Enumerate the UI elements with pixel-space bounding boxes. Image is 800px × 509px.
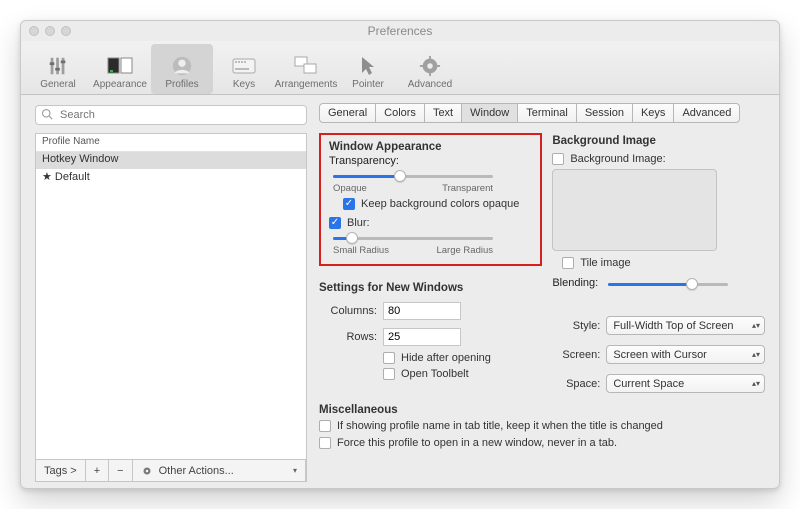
bg-image-well[interactable]: [552, 169, 717, 251]
toolbar-profiles[interactable]: Profiles: [151, 44, 213, 94]
profile-list[interactable]: Profile Name Hotkey Window ★ Default: [35, 133, 307, 460]
tabs: General Colors Text Window Terminal Sess…: [319, 103, 765, 123]
search-field[interactable]: [35, 105, 307, 125]
list-item[interactable]: Hotkey Window: [36, 152, 306, 169]
toolbar-arrangements[interactable]: Arrangements: [275, 44, 337, 94]
chevron-updown-icon: ▴▾: [752, 323, 760, 329]
blur-slider[interactable]: [333, 231, 493, 245]
gear-icon: [141, 465, 153, 477]
section-title: Window Appearance: [329, 141, 532, 153]
columns-input[interactable]: [383, 302, 461, 320]
tile-image-checkbox[interactable]: Tile image: [562, 257, 765, 269]
rows-input[interactable]: [383, 328, 461, 346]
tab-colors[interactable]: Colors: [375, 103, 424, 123]
close-icon[interactable]: [29, 26, 39, 36]
search-input[interactable]: [35, 105, 307, 125]
tab-window[interactable]: Window: [461, 103, 517, 123]
gear-icon: [45, 55, 71, 77]
chevron-updown-icon: ▴▾: [752, 352, 760, 358]
toolbar: General Appearance Profiles Keys Arrange…: [21, 41, 779, 95]
section-title: Miscellaneous: [319, 404, 765, 416]
zoom-icon[interactable]: [61, 26, 71, 36]
detail-pane: General Colors Text Window Terminal Sess…: [313, 95, 779, 488]
blending-slider[interactable]: [608, 277, 728, 291]
toolbar-pointer[interactable]: Pointer: [337, 44, 399, 94]
remove-button[interactable]: −: [109, 460, 132, 481]
tab-text[interactable]: Text: [424, 103, 461, 123]
blur-checkbox[interactable]: ✓Blur:: [329, 217, 370, 229]
tab-session[interactable]: Session: [576, 103, 632, 123]
tab-general[interactable]: General: [319, 103, 375, 123]
tab-terminal[interactable]: Terminal: [517, 103, 576, 123]
chevron-updown-icon: ▴▾: [752, 381, 760, 387]
keys-icon: [231, 55, 257, 77]
arrangements-icon: [293, 55, 319, 77]
keep-profile-name-checkbox[interactable]: If showing profile name in tab title, ke…: [319, 420, 663, 432]
window-appearance-section: Window Appearance Transparency: OpaqueTr…: [319, 133, 542, 266]
window-title: Preferences: [29, 24, 771, 38]
force-new-window-checkbox[interactable]: Force this profile to open in a new wind…: [319, 437, 617, 449]
sidebar: Profile Name Hotkey Window ★ Default Tag…: [21, 95, 313, 488]
list-header: Profile Name: [36, 134, 306, 152]
titlebar: Preferences: [21, 21, 779, 41]
list-item[interactable]: ★ Default: [36, 169, 306, 186]
chevron-down-icon: ▾: [293, 466, 297, 475]
keep-opaque-checkbox[interactable]: ✓Keep background colors opaque: [343, 198, 519, 210]
other-actions-button[interactable]: Other Actions... ▾: [133, 460, 306, 481]
list-bottombar: Tags > + − Other Actions... ▾: [35, 460, 307, 482]
search-icon: [41, 108, 53, 120]
preferences-window: Preferences General Appearance Profiles …: [20, 20, 780, 489]
hide-after-opening-checkbox[interactable]: Hide after opening: [383, 352, 542, 364]
profiles-icon: [169, 55, 195, 77]
toolbar-general[interactable]: General: [27, 44, 89, 94]
section-title: Background Image: [552, 135, 765, 147]
toolbar-keys[interactable]: Keys: [213, 44, 275, 94]
style-select[interactable]: Full-Width Top of Screen▴▾: [606, 316, 765, 335]
open-toolbelt-checkbox[interactable]: Open Toolbelt: [383, 368, 542, 380]
transparency-label: Transparency:: [329, 155, 532, 167]
bg-image-checkbox[interactable]: Background Image:: [552, 153, 765, 165]
minimize-icon[interactable]: [45, 26, 55, 36]
section-title: Settings for New Windows: [319, 282, 542, 294]
appearance-icon: [107, 55, 133, 77]
screen-select[interactable]: Screen with Cursor▴▾: [606, 345, 765, 364]
transparency-slider[interactable]: [333, 169, 493, 183]
advanced-gear-icon: [417, 55, 443, 77]
space-select[interactable]: Current Space▴▾: [606, 374, 765, 393]
toolbar-appearance[interactable]: Appearance: [89, 44, 151, 94]
tab-keys[interactable]: Keys: [632, 103, 673, 123]
pointer-icon: [355, 55, 381, 77]
toolbar-advanced[interactable]: Advanced: [399, 44, 461, 94]
tab-advanced[interactable]: Advanced: [673, 103, 740, 123]
add-button[interactable]: +: [86, 460, 109, 481]
tags-button[interactable]: Tags >: [36, 460, 86, 481]
